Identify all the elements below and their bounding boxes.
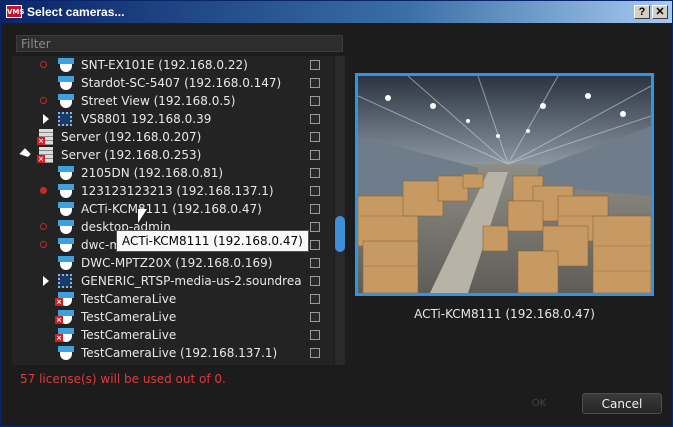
- select-checkbox[interactable]: [310, 96, 320, 106]
- preview-camera-name: ACTi-KCM8111 (192.168.0.47): [414, 307, 595, 321]
- select-checkbox[interactable]: [310, 150, 320, 160]
- tree-row[interactable]: SNT-EX101E (192.168.0.22): [12, 56, 334, 74]
- select-checkbox[interactable]: [310, 276, 320, 286]
- camera-offline-icon: ×: [55, 328, 74, 342]
- tree-row-label: SNT-EX101E (192.168.0.22): [81, 58, 248, 72]
- dialog-title: Select cameras...: [27, 5, 125, 19]
- camera-tooltip: ACTi-KCM8111 (192.168.0.47): [116, 230, 309, 252]
- tree-row-label: Street View (192.168.0.5): [81, 94, 236, 108]
- tree-row-label: VS8801 192.168.0.39: [81, 112, 212, 126]
- select-checkbox[interactable]: [310, 222, 320, 232]
- recording-status-icon: [40, 61, 47, 68]
- camera-preview: [355, 73, 654, 296]
- server-offline-icon: ×: [37, 147, 53, 163]
- camera-tree[interactable]: SNT-EX101E (192.168.0.22) Stardot-SC-5407…: [12, 56, 334, 365]
- tree-row[interactable]: 2105DN (192.168.0.81): [12, 164, 334, 182]
- tree-row-label: Server (192.168.0.207): [61, 130, 202, 144]
- tree-row[interactable]: × TestCameraLive: [12, 326, 334, 344]
- tree-row-label: Server (192.168.0.253): [61, 148, 202, 162]
- recording-status-icon: [40, 223, 47, 230]
- tree-row[interactable]: TestCameraLive (192.168.137.1): [12, 344, 334, 362]
- filter-input[interactable]: Filter: [16, 35, 343, 52]
- app-logo-icon: VMS: [6, 5, 24, 18]
- recording-status-icon: [40, 241, 47, 248]
- select-checkbox[interactable]: [310, 78, 320, 88]
- tree-row-label: 2105DN (192.168.0.81): [81, 166, 224, 180]
- tree-row[interactable]: ACTi-KCM8111 (192.168.0.47): [12, 200, 334, 218]
- select-cameras-dialog: VMS Select cameras... ? ✕ Filter SNT-EX1…: [0, 0, 673, 427]
- select-checkbox[interactable]: [310, 258, 320, 268]
- cancel-button[interactable]: Cancel: [582, 393, 662, 414]
- scrollbar-thumb[interactable]: [335, 216, 345, 252]
- tree-row[interactable]: Stardot-SC-5407 (192.168.0.147): [12, 74, 334, 92]
- collapse-arrow-icon[interactable]: [19, 148, 31, 160]
- tree-row[interactable]: Street View (192.168.0.5): [12, 92, 334, 110]
- camera-offline-icon: ×: [55, 310, 74, 324]
- title-bar[interactable]: VMS Select cameras... ? ✕: [1, 1, 672, 23]
- recording-status-icon: [40, 97, 47, 104]
- close-button[interactable]: ✕: [652, 5, 668, 19]
- help-button[interactable]: ?: [634, 5, 650, 19]
- camera-icon: [58, 220, 74, 234]
- select-checkbox[interactable]: [310, 114, 320, 124]
- select-checkbox[interactable]: [310, 204, 320, 214]
- tree-row-label: DWC-MPTZ20X (192.168.0.169): [81, 256, 273, 270]
- camera-icon: [58, 256, 74, 270]
- camera-icon: [58, 184, 74, 198]
- select-checkbox[interactable]: [310, 348, 320, 358]
- camera-offline-icon: ×: [55, 292, 74, 306]
- ok-button[interactable]: OK: [527, 395, 551, 413]
- select-checkbox[interactable]: [310, 294, 320, 304]
- server-offline-icon: ×: [37, 129, 53, 145]
- select-checkbox[interactable]: [310, 132, 320, 142]
- tree-row[interactable]: × TestCameraLive: [12, 290, 334, 308]
- camera-icon: [58, 346, 74, 360]
- recording-status-icon: [40, 187, 47, 194]
- license-warning: 57 license(s) will be used out of 0.: [20, 372, 226, 386]
- tree-row-label: Stardot-SC-5407 (192.168.0.147): [81, 76, 282, 90]
- tree-row[interactable]: GENERIC_RTSP-media-us-2.soundreac...: [12, 272, 334, 290]
- tree-row[interactable]: 123123123213 (192.168.137.1): [12, 182, 334, 200]
- camera-icon: [58, 202, 74, 216]
- tree-row[interactable]: VS8801 192.168.0.39: [12, 110, 334, 128]
- tree-row[interactable]: × Server (192.168.0.253): [12, 146, 334, 164]
- camera-icon: [58, 58, 74, 72]
- warehouse-preview-image: [358, 76, 651, 293]
- tree-scrollbar[interactable]: [335, 56, 345, 365]
- tree-row-label: TestCameraLive (192.168.137.1): [81, 346, 278, 360]
- tree-row[interactable]: × TestCameraLive: [12, 308, 334, 326]
- camera-icon: [58, 166, 74, 180]
- select-checkbox[interactable]: [310, 168, 320, 178]
- expand-arrow-icon[interactable]: [43, 114, 49, 124]
- tree-row-label: GENERIC_RTSP-media-us-2.soundreac...: [81, 274, 302, 288]
- select-checkbox[interactable]: [310, 186, 320, 196]
- mouse-cursor-icon: [138, 209, 147, 223]
- tree-row[interactable]: × Server (192.168.0.207): [12, 128, 334, 146]
- dialog-body: Filter SNT-EX101E (192.168.0.22) Stardot-…: [2, 24, 672, 426]
- tree-row-label: TestCameraLive: [81, 328, 177, 342]
- tree-row[interactable]: DWC-MPTZ20X (192.168.0.169): [12, 254, 334, 272]
- expand-arrow-icon[interactable]: [43, 276, 49, 286]
- tree-row-label: 123123123213 (192.168.137.1): [81, 184, 274, 198]
- encoder-icon: [58, 274, 72, 288]
- encoder-icon: [58, 112, 72, 126]
- select-checkbox[interactable]: [310, 240, 320, 250]
- tree-row-label: TestCameraLive: [81, 292, 177, 306]
- select-checkbox[interactable]: [310, 60, 320, 70]
- camera-icon: [58, 76, 74, 90]
- select-checkbox[interactable]: [310, 312, 320, 322]
- camera-icon: [58, 238, 74, 252]
- select-checkbox[interactable]: [310, 330, 320, 340]
- tree-row-label: TestCameraLive: [81, 310, 177, 324]
- tree-row-label: ACTi-KCM8111 (192.168.0.47): [81, 202, 262, 216]
- camera-icon: [58, 94, 74, 108]
